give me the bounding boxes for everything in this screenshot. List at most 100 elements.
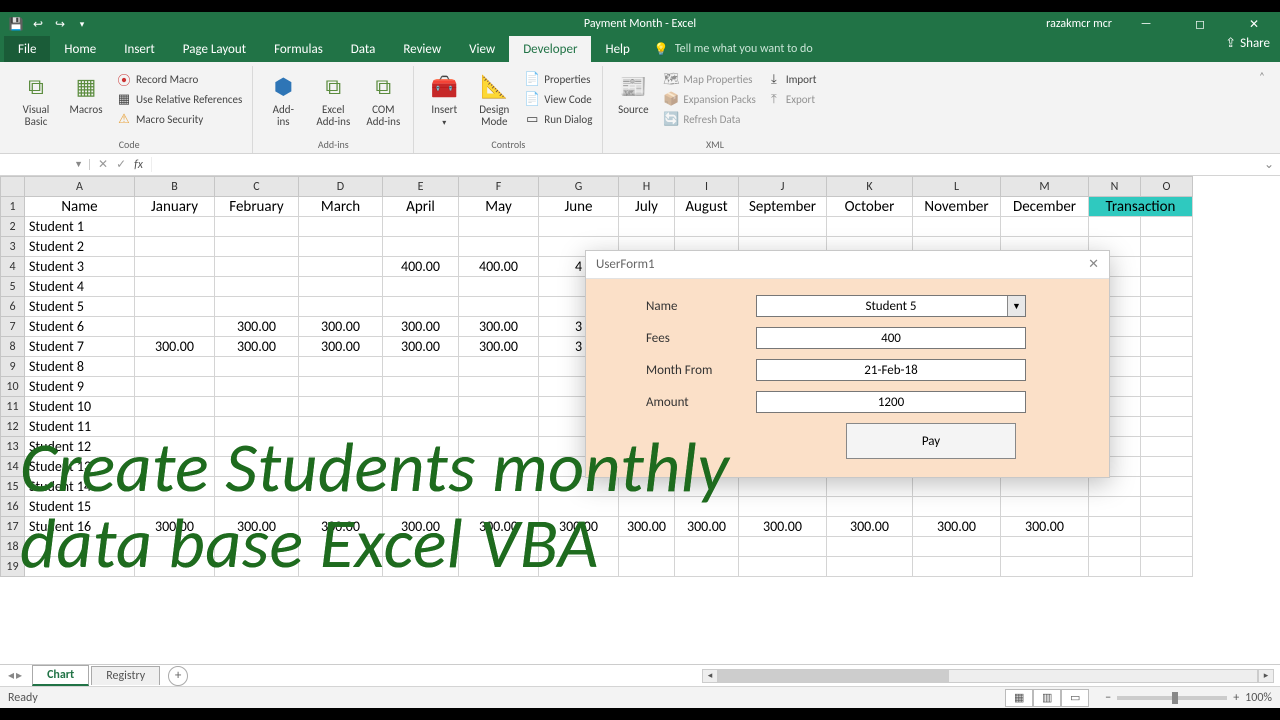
cell[interactable]: 300.00: [135, 517, 215, 537]
header-cell[interactable]: April: [383, 197, 459, 217]
header-cell[interactable]: March: [299, 197, 383, 217]
cell[interactable]: [913, 497, 1001, 517]
cell[interactable]: [383, 497, 459, 517]
cell[interactable]: Student 1: [25, 217, 135, 237]
cell[interactable]: [299, 417, 383, 437]
cell[interactable]: [215, 357, 299, 377]
col-header-L[interactable]: L: [913, 177, 1001, 197]
row-header[interactable]: 18: [1, 537, 25, 557]
cell[interactable]: 300.00: [459, 317, 539, 337]
cell[interactable]: [135, 237, 215, 257]
hscroll-thumb[interactable]: [719, 670, 949, 682]
cell[interactable]: 300.00: [739, 517, 827, 537]
cell[interactable]: [1089, 537, 1141, 557]
cancel-formula-icon[interactable]: ✕: [98, 157, 108, 172]
cell[interactable]: [135, 477, 215, 497]
cell[interactable]: [383, 237, 459, 257]
cell[interactable]: [619, 497, 675, 517]
cell[interactable]: [215, 477, 299, 497]
new-sheet-button[interactable]: +: [168, 666, 188, 686]
cell[interactable]: 300.00: [619, 517, 675, 537]
col-header-G[interactable]: G: [539, 177, 619, 197]
cell[interactable]: [1141, 277, 1193, 297]
cell[interactable]: [135, 297, 215, 317]
cell[interactable]: Student 15: [25, 497, 135, 517]
cell[interactable]: 300.00: [383, 317, 459, 337]
row-header[interactable]: 1: [1, 197, 25, 217]
cell[interactable]: [383, 217, 459, 237]
collapse-ribbon-icon[interactable]: ˄: [1250, 66, 1274, 153]
cell[interactable]: [539, 497, 619, 517]
cell[interactable]: [675, 557, 739, 577]
cell[interactable]: Student 5: [25, 297, 135, 317]
cell[interactable]: [135, 557, 215, 577]
cell[interactable]: 300.00: [459, 517, 539, 537]
cell[interactable]: [1141, 217, 1193, 237]
row-header[interactable]: 5: [1, 277, 25, 297]
cell[interactable]: [1141, 297, 1193, 317]
tab-view[interactable]: View: [455, 36, 509, 62]
cell[interactable]: [739, 497, 827, 517]
col-header-C[interactable]: C: [215, 177, 299, 197]
cell[interactable]: [383, 397, 459, 417]
row-header[interactable]: 14: [1, 457, 25, 477]
chevron-down-icon[interactable]: ▼: [1007, 296, 1025, 316]
maximize-button[interactable]: ◻: [1180, 12, 1220, 36]
cell[interactable]: [299, 357, 383, 377]
row-header[interactable]: 2: [1, 217, 25, 237]
cell[interactable]: [215, 417, 299, 437]
cell[interactable]: [675, 497, 739, 517]
col-header-H[interactable]: H: [619, 177, 675, 197]
sheet-prev-icon[interactable]: ◂: [8, 668, 14, 683]
header-cell[interactable]: August: [675, 197, 739, 217]
cell[interactable]: [215, 237, 299, 257]
col-header-A[interactable]: A: [25, 177, 135, 197]
cell[interactable]: [135, 437, 215, 457]
row-header[interactable]: 15: [1, 477, 25, 497]
cell[interactable]: [1141, 477, 1193, 497]
cell[interactable]: [913, 557, 1001, 577]
row-header[interactable]: 16: [1, 497, 25, 517]
col-header-N[interactable]: N: [1089, 177, 1141, 197]
view-normal-button[interactable]: ▦: [1005, 689, 1033, 707]
cell[interactable]: [383, 457, 459, 477]
cell[interactable]: [383, 557, 459, 577]
cell[interactable]: [459, 377, 539, 397]
header-cell[interactable]: February: [215, 197, 299, 217]
cell[interactable]: 300.00: [215, 317, 299, 337]
cell[interactable]: [827, 217, 913, 237]
cell[interactable]: [1001, 557, 1089, 577]
cell[interactable]: 300.00: [299, 317, 383, 337]
cell[interactable]: [1141, 397, 1193, 417]
cell[interactable]: [1089, 517, 1141, 537]
tab-help[interactable]: Help: [591, 36, 643, 62]
cell[interactable]: Student 9: [25, 377, 135, 397]
cell[interactable]: 300.00: [827, 517, 913, 537]
cell[interactable]: Student 16: [25, 517, 135, 537]
cell[interactable]: [215, 257, 299, 277]
cell[interactable]: [1089, 557, 1141, 577]
chevron-down-icon[interactable]: ▼: [74, 159, 83, 170]
row-header[interactable]: 13: [1, 437, 25, 457]
tab-formulas[interactable]: Formulas: [260, 36, 337, 62]
cell[interactable]: [459, 397, 539, 417]
cell[interactable]: Student 2: [25, 237, 135, 257]
cell[interactable]: [215, 497, 299, 517]
cell[interactable]: [1141, 517, 1193, 537]
cell[interactable]: [135, 417, 215, 437]
sheet-tab-chart[interactable]: Chart: [32, 665, 89, 686]
cell[interactable]: 300.00: [675, 517, 739, 537]
cell[interactable]: [675, 477, 739, 497]
name-combobox[interactable]: Student 5▼: [756, 295, 1026, 317]
cell[interactable]: [1141, 557, 1193, 577]
cell[interactable]: 300.00: [1001, 517, 1089, 537]
cell[interactable]: [383, 377, 459, 397]
cell[interactable]: [1141, 337, 1193, 357]
visual-basic-button[interactable]: ⧉Visual Basic: [14, 68, 58, 136]
col-header-K[interactable]: K: [827, 177, 913, 197]
cell[interactable]: [215, 537, 299, 557]
cell[interactable]: [135, 257, 215, 277]
row-header[interactable]: 10: [1, 377, 25, 397]
cell[interactable]: [1001, 477, 1089, 497]
run-dialog-button[interactable]: ▭Run Dialog: [522, 110, 594, 128]
